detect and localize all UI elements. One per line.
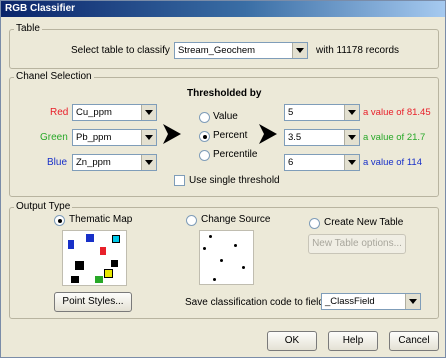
red-field-value: Cu_ppm — [76, 107, 112, 118]
red-threshold-select[interactable]: 5 — [284, 104, 360, 121]
table-group-legend: Table — [14, 23, 42, 35]
green-threshold-value: 3.5 — [288, 132, 302, 143]
select-table-label: Select table to classify — [71, 45, 170, 56]
records-count: with 11178 records — [316, 45, 400, 56]
chevron-down-icon[interactable] — [405, 294, 420, 309]
chevron-down-icon[interactable] — [141, 155, 156, 170]
ok-button[interactable]: OK — [267, 331, 317, 351]
source-point — [213, 278, 216, 281]
single-threshold-checkbox[interactable] — [174, 175, 185, 186]
cancel-button[interactable]: Cancel — [389, 331, 439, 351]
thematic-square — [68, 240, 74, 249]
thematic-square — [112, 235, 120, 243]
thematic-square — [71, 276, 79, 283]
point-styles-button[interactable]: Point Styles... — [54, 292, 132, 312]
green-value-text: a value of 21.7 — [363, 132, 426, 143]
chevron-down-icon[interactable] — [141, 130, 156, 145]
thresholded-by-label: Thresholded by — [187, 88, 262, 99]
radio-percent-label: Percent — [213, 130, 248, 141]
channel-label-red: Red — [50, 107, 69, 118]
radio-change-source-label: Change Source — [201, 214, 271, 225]
radio-value[interactable] — [199, 112, 210, 123]
blue-field-select[interactable]: Zn_ppm — [72, 154, 157, 171]
thematic-square — [100, 247, 106, 255]
arrow-right-icon — [163, 124, 181, 144]
save-field-select[interactable]: _ClassField — [321, 293, 421, 310]
source-point — [242, 266, 245, 269]
radio-percentile[interactable] — [199, 150, 210, 161]
radio-percent[interactable] — [199, 131, 210, 142]
chevron-down-icon[interactable] — [141, 105, 156, 120]
window-title: RGB Classifier — [1, 1, 445, 17]
source-point — [203, 247, 206, 250]
change-source-preview — [199, 230, 254, 285]
channel-group-legend: Chanel Selection — [14, 71, 94, 83]
red-threshold-value: 5 — [288, 107, 294, 118]
radio-percentile-label: Percentile — [213, 149, 258, 160]
source-point — [234, 244, 237, 247]
rgb-classifier-dialog: RGB Classifier Table Select table to cla… — [0, 0, 446, 358]
help-button[interactable]: Help — [328, 331, 378, 351]
source-point — [209, 235, 212, 238]
radio-create-new-table[interactable] — [309, 218, 320, 229]
channel-label-green: Green — [40, 132, 68, 143]
radio-thematic-map[interactable] — [54, 215, 65, 226]
chevron-down-icon[interactable] — [344, 105, 359, 120]
thematic-square — [111, 260, 118, 267]
thematic-square — [86, 234, 94, 242]
table-select-value: Stream_Geochem — [178, 45, 256, 56]
chevron-down-icon[interactable] — [292, 43, 307, 58]
thematic-square — [95, 276, 103, 283]
blue-field-value: Zn_ppm — [76, 157, 111, 168]
blue-threshold-value: 6 — [288, 157, 294, 168]
channel-label-blue: Blue — [47, 157, 68, 168]
output-group-legend: Output Type — [14, 201, 73, 213]
blue-value-text: a value of 114 — [363, 157, 422, 168]
table-select[interactable]: Stream_Geochem — [174, 42, 308, 59]
chevron-down-icon[interactable] — [344, 130, 359, 145]
thematic-square — [75, 261, 84, 270]
chevron-down-icon[interactable] — [344, 155, 359, 170]
thematic-map-preview — [62, 230, 127, 286]
red-value-text: a value of 81.45 — [363, 107, 431, 118]
radio-create-new-table-label: Create New Table — [324, 217, 404, 228]
new-table-options-button[interactable]: New Table options... — [308, 234, 406, 254]
radio-change-source[interactable] — [186, 215, 197, 226]
single-threshold-label: Use single threshold — [189, 175, 280, 186]
blue-threshold-select[interactable]: 6 — [284, 154, 360, 171]
radio-thematic-map-label: Thematic Map — [69, 214, 133, 225]
thematic-square — [104, 269, 113, 278]
save-field-value: _ClassField — [325, 296, 375, 307]
save-field-label: Save classification code to field — [185, 297, 324, 308]
arrow-right-icon — [259, 124, 277, 144]
radio-value-label: Value — [213, 111, 238, 122]
source-point — [220, 259, 223, 262]
red-field-select[interactable]: Cu_ppm — [72, 104, 157, 121]
green-field-value: Pb_ppm — [76, 132, 112, 143]
green-threshold-select[interactable]: 3.5 — [284, 129, 360, 146]
green-field-select[interactable]: Pb_ppm — [72, 129, 157, 146]
